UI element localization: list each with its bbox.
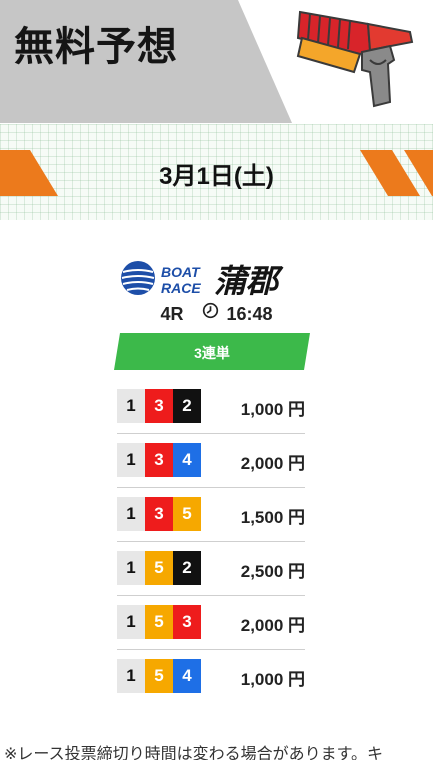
combination-row: 1 3 4 2,000 円: [117, 434, 305, 488]
first-place-boat: 1: [117, 605, 145, 639]
first-place-boat: 1: [117, 497, 145, 531]
third-place-boat: 4: [173, 659, 201, 693]
combination-row: 1 3 2 1,000 円: [117, 380, 305, 434]
clock-icon: [203, 302, 219, 319]
second-place-boat: 5: [145, 605, 173, 639]
bet-amount: 2,000 円: [240, 616, 305, 635]
date-band: 3月1日(土): [0, 124, 433, 220]
logo-text-boat: BOAT: [161, 264, 201, 280]
second-place-boat: 3: [145, 443, 173, 477]
bet-type-label: 3連単: [194, 345, 230, 361]
bet-type-banner: 3連単: [114, 333, 310, 370]
combination-row: 1 5 3 2,000 円: [117, 596, 305, 650]
second-place-boat: 5: [145, 659, 173, 693]
first-place-boat: 1: [117, 389, 145, 423]
combination-row: 1 3 5 1,500 円: [117, 488, 305, 542]
bet-amount: 2,000 円: [240, 454, 305, 473]
first-place-boat: 1: [117, 443, 145, 477]
second-place-boat: 3: [145, 389, 173, 423]
first-place-boat: 1: [117, 659, 145, 693]
second-place-boat: 5: [145, 551, 173, 585]
combination-list: 1 3 2 1,000 円 1 3 4 2,000 円 1 3 5 1,500 …: [117, 380, 305, 704]
page-header: 無料予想: [0, 0, 433, 123]
bet-amount: 1,500 円: [240, 508, 305, 527]
first-place-boat: 1: [117, 551, 145, 585]
race-date: 3月1日(土): [159, 163, 274, 190]
combination-row: 1 5 4 1,000 円: [117, 650, 305, 704]
logo-text-race: RACE: [161, 280, 201, 296]
race-meta: 4R 16:48: [0, 302, 433, 325]
race-time: 16:48: [226, 303, 273, 324]
third-place-boat: 2: [173, 551, 201, 585]
third-place-boat: 4: [173, 443, 201, 477]
ticket-gun-icon: [296, 10, 414, 108]
bet-amount: 1,000 円: [240, 670, 305, 689]
third-place-boat: 2: [173, 389, 201, 423]
third-place-boat: 5: [173, 497, 201, 531]
combination-row: 1 5 2 2,500 円: [117, 542, 305, 596]
third-place-boat: 3: [173, 605, 201, 639]
page-title: 無料予想: [14, 24, 178, 70]
race-number: 4R: [160, 303, 184, 324]
boatrace-gamagori-logo: BOAT RACE 蒲郡: [121, 261, 284, 300]
bet-amount: 1,000 円: [240, 400, 305, 419]
deadline-note: ※レース投票締切り時間は変わる場合があります。キ: [4, 746, 384, 760]
second-place-boat: 3: [145, 497, 173, 531]
venue-name: 蒲郡: [214, 262, 284, 300]
bet-amount: 2,500 円: [240, 562, 305, 581]
